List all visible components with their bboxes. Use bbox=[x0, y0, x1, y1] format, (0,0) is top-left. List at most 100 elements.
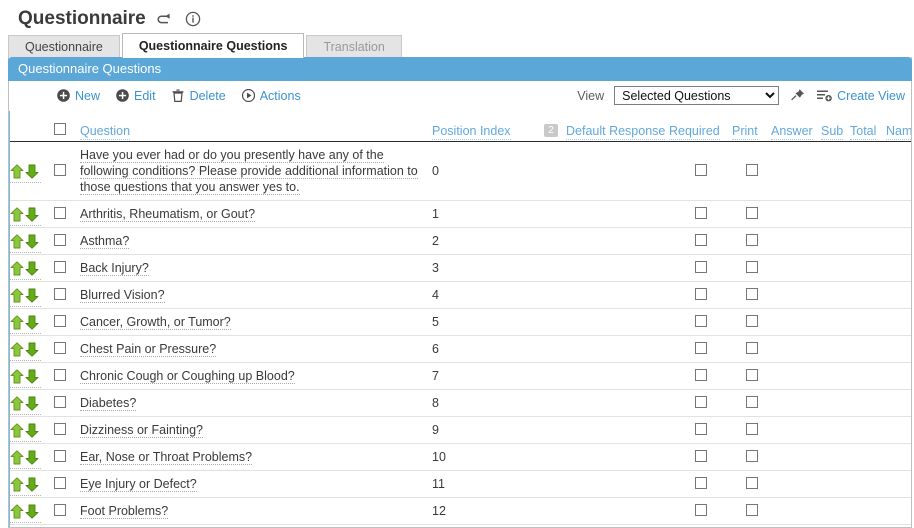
question-link[interactable]: Have you ever had or do you presently ha… bbox=[80, 148, 418, 195]
required-checkbox[interactable] bbox=[694, 260, 707, 273]
move-down-icon[interactable] bbox=[25, 164, 40, 179]
col-position-index-label[interactable]: Position Index bbox=[432, 124, 511, 140]
required-checkbox[interactable] bbox=[694, 163, 707, 176]
print-checkbox[interactable] bbox=[745, 341, 758, 354]
move-up-icon[interactable] bbox=[10, 314, 25, 330]
question-link[interactable]: Asthma? bbox=[80, 234, 130, 249]
required-checkbox[interactable] bbox=[694, 314, 707, 327]
col-default-response-label[interactable]: Default Response bbox=[566, 124, 666, 140]
move-down-icon[interactable] bbox=[25, 477, 40, 492]
move-down-icon[interactable] bbox=[25, 396, 40, 411]
print-checkbox[interactable] bbox=[745, 368, 758, 381]
print-checkbox[interactable] bbox=[745, 422, 758, 435]
move-down-icon[interactable] bbox=[25, 504, 40, 519]
select-all-checkbox[interactable] bbox=[54, 123, 66, 135]
move-up-icon[interactable] bbox=[10, 368, 25, 384]
question-link[interactable]: Ear, Nose or Throat Problems? bbox=[80, 450, 253, 465]
table-row[interactable]: Diabetes? 8 bbox=[10, 389, 911, 417]
move-down-icon[interactable] bbox=[25, 207, 40, 222]
col-question-label[interactable]: Question bbox=[80, 124, 131, 140]
info-icon[interactable] bbox=[184, 10, 202, 28]
tab-translation[interactable]: Translation bbox=[306, 35, 402, 58]
col-required-label[interactable]: Required bbox=[669, 124, 720, 140]
move-down-icon[interactable] bbox=[25, 315, 40, 330]
required-checkbox[interactable] bbox=[694, 503, 707, 516]
table-row[interactable]: Foot Problems? 12 bbox=[10, 497, 911, 525]
print-checkbox[interactable] bbox=[745, 314, 758, 327]
table-row[interactable]: Ear, Nose or Throat Problems? 10 bbox=[10, 443, 911, 471]
print-checkbox[interactable] bbox=[745, 260, 758, 273]
required-checkbox[interactable] bbox=[694, 341, 707, 354]
print-checkbox[interactable] bbox=[745, 206, 758, 219]
question-link[interactable]: Diabetes? bbox=[80, 396, 137, 411]
print-checkbox[interactable] bbox=[745, 287, 758, 300]
table-row[interactable]: Back Injury? 3 bbox=[10, 254, 911, 282]
move-down-icon[interactable] bbox=[25, 234, 40, 249]
required-checkbox[interactable] bbox=[694, 233, 707, 246]
print-checkbox[interactable] bbox=[745, 233, 758, 246]
col-answer-label[interactable]: Answer bbox=[771, 124, 813, 140]
col-total-label[interactable]: Total bbox=[850, 124, 877, 140]
question-link[interactable]: Chest Pain or Pressure? bbox=[80, 342, 217, 357]
back-arrow-icon[interactable] bbox=[156, 10, 174, 28]
move-up-icon[interactable] bbox=[10, 503, 25, 519]
move-up-icon[interactable] bbox=[10, 395, 25, 411]
print-checkbox[interactable] bbox=[745, 449, 758, 462]
move-down-icon[interactable] bbox=[25, 261, 40, 276]
table-row[interactable]: Dizziness or Fainting? 9 bbox=[10, 416, 911, 444]
move-down-icon[interactable] bbox=[25, 342, 40, 357]
required-checkbox[interactable] bbox=[694, 422, 707, 435]
move-down-icon[interactable] bbox=[25, 369, 40, 384]
table-row[interactable]: Have you ever had or do you presently ha… bbox=[10, 141, 911, 201]
question-link[interactable]: Dizziness or Fainting? bbox=[80, 423, 203, 438]
move-down-icon[interactable] bbox=[25, 423, 40, 438]
table-row[interactable]: Chest Pain or Pressure? 6 bbox=[10, 335, 911, 363]
tab-questionnaire-questions[interactable]: Questionnaire Questions bbox=[121, 33, 305, 58]
col-sub-label[interactable]: Sub bbox=[821, 124, 844, 140]
tab-questionnaire[interactable]: Questionnaire bbox=[8, 35, 120, 58]
table-row[interactable]: Chronic Cough or Coughing up Blood? 7 bbox=[10, 362, 911, 390]
table-row[interactable]: Arthritis, Rheumatism, or Gout? 1 bbox=[10, 200, 911, 228]
move-up-icon[interactable] bbox=[10, 206, 25, 222]
required-checkbox[interactable] bbox=[694, 206, 707, 219]
question-link[interactable]: Eye Injury or Defect? bbox=[80, 477, 197, 492]
required-checkbox[interactable] bbox=[694, 476, 707, 489]
move-down-icon[interactable] bbox=[25, 288, 40, 303]
move-up-icon[interactable] bbox=[10, 422, 25, 438]
view-select[interactable]: Selected Questions bbox=[614, 86, 780, 105]
question-link[interactable]: Chronic Cough or Coughing up Blood? bbox=[80, 369, 295, 384]
table-row[interactable]: Blurred Vision? 4 bbox=[10, 281, 911, 309]
new-button[interactable]: New bbox=[57, 89, 100, 103]
question-link[interactable]: Cancer, Growth, or Tumor? bbox=[80, 315, 231, 330]
table-row[interactable]: Asthma? 2 bbox=[10, 227, 911, 255]
print-checkbox[interactable] bbox=[745, 503, 758, 516]
table-row[interactable]: Eye Injury or Defect? 11 bbox=[10, 470, 911, 498]
move-up-icon[interactable] bbox=[10, 233, 25, 249]
col-name-label[interactable]: Name bbox=[886, 124, 911, 140]
question-link[interactable]: Blurred Vision? bbox=[80, 288, 165, 303]
pushpin-icon[interactable] bbox=[789, 88, 807, 104]
table-row[interactable]: Cancer, Growth, or Tumor? 5 bbox=[10, 308, 911, 336]
required-checkbox[interactable] bbox=[694, 395, 707, 408]
required-checkbox[interactable] bbox=[694, 368, 707, 381]
create-view-button[interactable]: Create View bbox=[817, 89, 905, 103]
print-checkbox[interactable] bbox=[745, 163, 758, 176]
col-print-label[interactable]: Print bbox=[732, 124, 758, 140]
required-checkbox[interactable] bbox=[694, 449, 707, 462]
move-up-icon[interactable] bbox=[10, 287, 25, 303]
question-link[interactable]: Foot Problems? bbox=[80, 504, 169, 519]
move-up-icon[interactable] bbox=[10, 163, 25, 179]
move-up-icon[interactable] bbox=[10, 260, 25, 276]
print-checkbox[interactable] bbox=[745, 476, 758, 489]
print-checkbox[interactable] bbox=[745, 395, 758, 408]
edit-button[interactable]: Edit bbox=[116, 89, 156, 103]
required-checkbox[interactable] bbox=[694, 287, 707, 300]
move-up-icon[interactable] bbox=[10, 449, 25, 465]
move-down-icon[interactable] bbox=[25, 450, 40, 465]
question-link[interactable]: Arthritis, Rheumatism, or Gout? bbox=[80, 207, 256, 222]
move-up-icon[interactable] bbox=[10, 476, 25, 492]
move-up-icon[interactable] bbox=[10, 341, 25, 357]
delete-button[interactable]: Delete bbox=[172, 89, 226, 103]
question-link[interactable]: Back Injury? bbox=[80, 261, 149, 276]
actions-button[interactable]: Actions bbox=[241, 89, 301, 103]
